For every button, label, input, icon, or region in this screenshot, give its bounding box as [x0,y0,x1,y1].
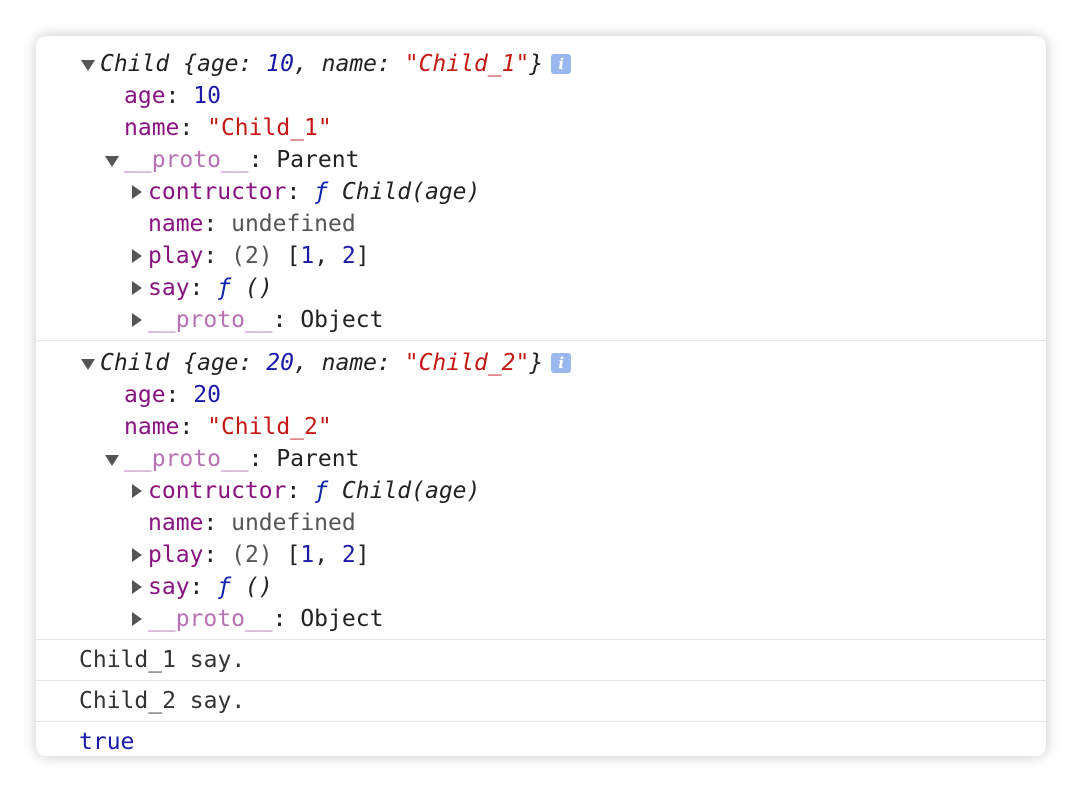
collapse-triangle-icon[interactable] [132,281,142,295]
log-text: Child_2 say. [79,688,246,714]
property-name: name: undefined [148,211,356,237]
expand-triangle-icon[interactable] [81,60,95,71]
collapse-triangle-icon[interactable] [132,249,142,263]
collapse-triangle-icon[interactable] [132,580,142,594]
result-value: true [79,729,135,755]
info-icon[interactable]: i [551,54,572,74]
property-age: age: 10 [124,83,221,109]
console-log-line: Child_1 say. [36,639,1046,680]
console-entry-object: Child {age: 20, name: "Child_2"} i age: 2… [36,340,1046,639]
property-proto[interactable]: __proto__: Parent [124,144,359,176]
property-proto[interactable]: __proto__: Object [148,603,383,635]
collapse-triangle-icon[interactable] [132,548,142,562]
property-say[interactable]: say: ƒ () [148,272,273,304]
console-result-line: true [36,721,1046,756]
expand-triangle-icon[interactable] [105,455,119,466]
object-summary[interactable]: Child {age: 10, name: "Child_1"} i [100,48,572,80]
info-icon[interactable]: i [551,353,572,373]
property-contructor[interactable]: contructor: ƒ Child(age) [148,176,480,208]
collapse-triangle-icon[interactable] [132,313,142,327]
console-entry-object: Child {age: 10, name: "Child_1"} i age: 1… [36,36,1046,340]
property-age: age: 20 [124,382,221,408]
property-name: name: "Child_2" [124,414,332,440]
property-say[interactable]: say: ƒ () [148,571,273,603]
property-proto[interactable]: __proto__: Parent [124,443,359,475]
collapse-triangle-icon[interactable] [132,612,142,626]
property-contructor[interactable]: contructor: ƒ Child(age) [148,475,480,507]
expand-triangle-icon[interactable] [81,359,95,370]
console-log-line: Child_2 say. [36,680,1046,721]
property-name: name: "Child_1" [124,115,332,141]
collapse-triangle-icon[interactable] [132,484,142,498]
log-text: Child_1 say. [79,647,246,673]
expand-triangle-icon[interactable] [105,156,119,167]
property-play[interactable]: play: (2) [1, 2] [148,240,370,272]
devtools-console: Child {age: 10, name: "Child_1"} i age: 1… [36,36,1046,756]
property-play[interactable]: play: (2) [1, 2] [148,539,370,571]
collapse-triangle-icon[interactable] [132,185,142,199]
property-proto[interactable]: __proto__: Object [148,304,383,336]
property-name: name: undefined [148,510,356,536]
object-summary[interactable]: Child {age: 20, name: "Child_2"} i [100,347,572,379]
